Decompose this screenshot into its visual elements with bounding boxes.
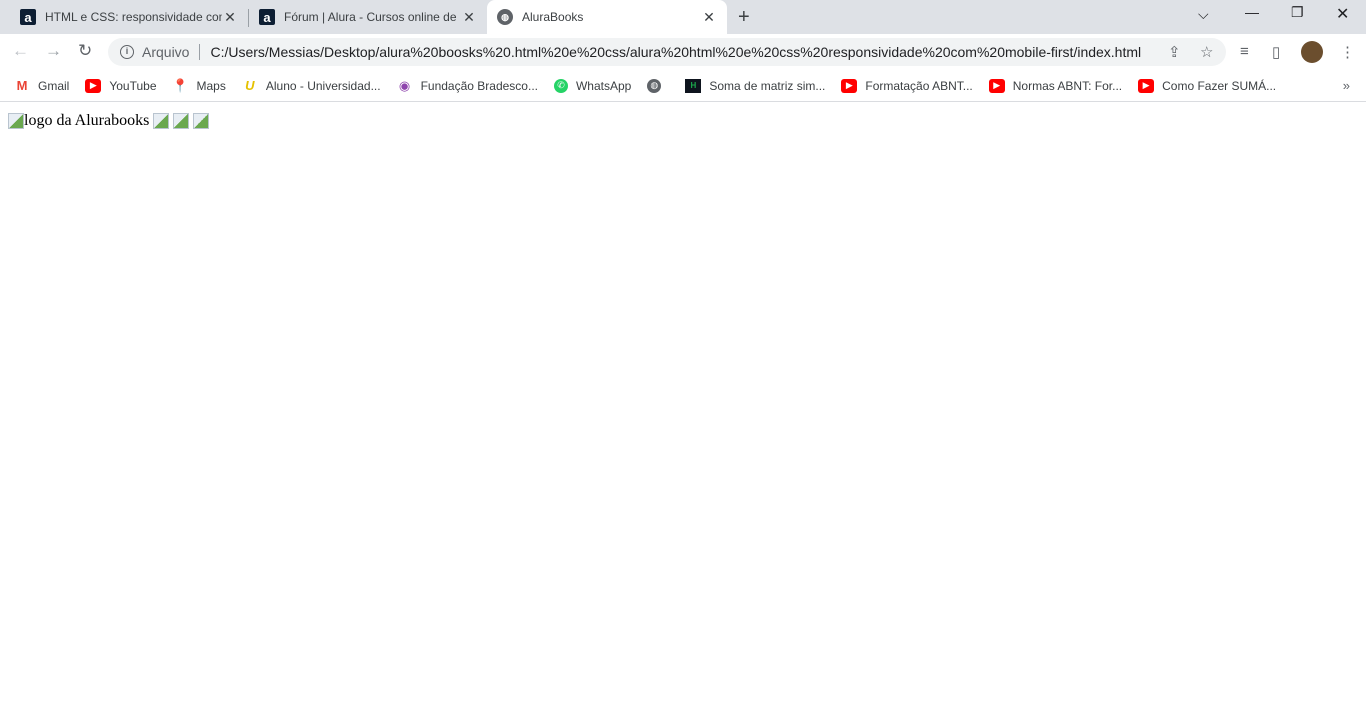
bookmark-como-fazer-sumario[interactable]: ▶ Como Fazer SUMÁ... [1138,78,1277,93]
maps-icon: 📍 [172,77,189,93]
back-icon[interactable]: ← [12,41,29,61]
bookmark-label: WhatsApp [575,78,632,93]
url-text[interactable]: C:/Users/Messias/Desktop/alura%20boosks%… [210,44,1141,60]
bookmark-aluno[interactable]: U Aluno - Universidad... [242,78,381,93]
bookmark-label: Como Fazer SUMÁ... [1162,78,1277,93]
close-icon[interactable]: ✕ [222,9,238,26]
bookmark-normas-abnt[interactable]: ▶ Normas ABNT: For... [988,78,1123,93]
divider [199,44,201,60]
bradesco-icon: ◉ [398,77,411,93]
close-icon[interactable]: ✕ [701,9,717,26]
whatsapp-icon: ✆ [553,78,568,93]
youtube-icon: ▶ [841,78,858,93]
broken-image-icon [173,113,190,129]
tab-alurabooks[interactable]: ◍ AluraBooks ✕ [487,0,727,34]
unopar-icon: U [245,78,255,93]
new-tab-icon[interactable]: + [738,6,750,29]
youtube-icon: ▶ [988,78,1005,93]
side-panel-icon[interactable]: ▯ [1272,43,1280,61]
more-bookmarks-icon[interactable]: » [1343,78,1350,93]
close-window-icon[interactable]: ✕ [1336,4,1349,24]
tab-title: Fórum | Alura - Cursos online de [284,10,457,24]
reading-list-icon[interactable]: ≡ [1240,43,1249,60]
info-icon[interactable]: i [120,45,134,59]
broken-image-icon [8,113,24,129]
globe-icon: ◍ [647,78,662,93]
forward-icon[interactable]: → [45,41,62,61]
youtube-icon: ▶ [85,78,102,93]
restore-icon[interactable]: ❐ [1291,4,1304,21]
bookmark-label: YouTube [109,78,157,93]
bookmark-whatsapp[interactable]: ✆ WhatsApp [553,78,632,93]
close-icon[interactable]: ✕ [461,9,477,26]
broken-image-icon [153,113,170,129]
minimize-icon[interactable]: — [1245,4,1259,20]
youtube-icon: ▶ [1138,78,1155,93]
bookmark-globe[interactable]: ◍ [647,78,669,93]
page-content: logo da Alurabooks [0,102,1366,140]
tab-search-chevron-icon[interactable]: ⌵ [1198,6,1209,23]
browser-toolbar: ← → ↻ i Arquivo C:/Users/Messias/Desktop… [0,34,1366,70]
bookmark-label: Normas ABNT: For... [1012,78,1123,93]
bookmark-maps[interactable]: 📍 Maps [172,77,226,93]
bookmark-soma-matriz[interactable]: H Soma de matriz sim... [685,78,826,93]
bookmark-gmail[interactable]: M Gmail [14,78,70,93]
tab-strip: a HTML e CSS: responsividade com ✕ a Fór… [0,0,1366,34]
security-label[interactable]: Arquivo [142,44,189,60]
address-bar[interactable]: i Arquivo C:/Users/Messias/Desktop/alura… [108,38,1226,66]
bookmark-youtube[interactable]: ▶ YouTube [85,78,157,93]
alura-icon: a [20,9,36,25]
gmail-icon: M [16,78,28,93]
bookmark-label: Maps [196,78,226,93]
tab-title: AluraBooks [522,10,584,24]
hackerrank-icon: H [685,78,702,93]
reload-icon[interactable]: ↻ [78,41,92,61]
tab-html-css[interactable]: a HTML e CSS: responsividade com ✕ [10,0,248,34]
tab-title: HTML e CSS: responsividade com [45,10,222,24]
broken-image-icon [193,113,210,129]
alura-icon: a [259,9,275,25]
globe-icon: ◍ [497,9,513,25]
avatar[interactable] [1301,41,1323,63]
logo-alt-text: logo da Alurabooks [24,112,150,129]
bookmark-star-icon[interactable]: ☆ [1200,43,1213,61]
bookmark-label: Aluno - Universidad... [265,78,381,93]
bookmark-label: Fundação Bradesco... [420,78,538,93]
bookmark-bradesco[interactable]: ◉ Fundação Bradesco... [397,77,538,93]
bookmark-label: Gmail [38,78,70,93]
menu-icon[interactable]: ⋮ [1340,43,1355,61]
bookmarks-bar: M Gmail ▶ YouTube 📍 Maps U Aluno - Universid… [0,70,1366,102]
bookmark-label: Soma de matriz sim... [709,78,826,93]
tab-forum[interactable]: a Fórum | Alura - Cursos online de ✕ [249,0,487,34]
bookmark-formatacao-abnt[interactable]: ▶ Formatação ABNT... [841,78,973,93]
share-icon[interactable]: ⇪ [1168,43,1181,61]
bookmark-label: Formatação ABNT... [865,78,973,93]
